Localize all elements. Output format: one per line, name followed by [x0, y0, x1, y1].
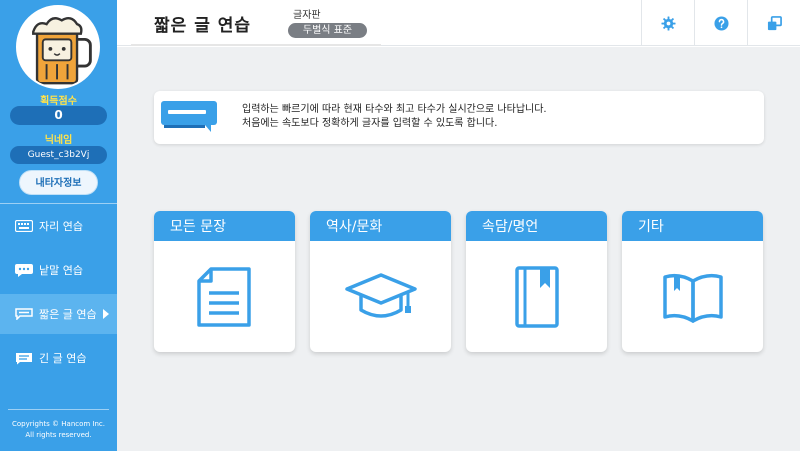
category-title: 기타: [622, 211, 763, 241]
window-mode-button[interactable]: [747, 0, 800, 46]
category-title: 속담/명언: [466, 211, 607, 241]
book-icon: [514, 265, 559, 328]
copyright: Copyrights © Hancom Inc. All rights rese…: [0, 419, 117, 441]
beer-mug-mascot-icon: [18, 7, 98, 87]
long-text-icon: [14, 351, 34, 365]
category-card-all-sentences[interactable]: 모든 문장: [154, 211, 295, 352]
sidebar-bottom-divider: [8, 409, 109, 410]
notice-line: 입력하는 빠르기에 따라 현재 타수와 최고 타수가 실시간으로 나타납니다.: [242, 104, 547, 115]
category-card-proverbs-quotes[interactable]: 속담/명언: [466, 211, 607, 352]
category-card-history-culture[interactable]: 역사/문화: [310, 211, 451, 352]
help-icon: [713, 15, 729, 31]
sidebar-item-label: 짧은 글 연습: [39, 308, 97, 321]
category-title: 역사/문화: [310, 211, 451, 241]
sidebar-item-label: 자리 연습: [39, 220, 83, 233]
speech-bubble-icon: [14, 263, 34, 277]
sidebar-item-position-practice[interactable]: 자리 연습: [0, 206, 117, 246]
settings-button[interactable]: [641, 0, 694, 46]
gear-icon: [660, 15, 676, 31]
keyboard-icon: [14, 219, 34, 233]
page-title: 짧은 글 연습: [154, 16, 252, 36]
sidebar-item-long-text-practice[interactable]: 긴 글 연습: [0, 338, 117, 378]
nickname-label: 닉네임: [44, 135, 73, 146]
info-notice: 입력하는 빠르기에 따라 현재 타수와 최고 타수가 실시간으로 나타납니다. …: [154, 91, 764, 144]
sidebar: 획득점수 0 닉네임 Guest_c3b2Vj 내타자정보 자리 연습 낱말 연…: [0, 0, 117, 451]
category-card-etc[interactable]: 기타: [622, 211, 763, 352]
sidebar-item-short-text-practice[interactable]: 짧은 글 연습: [0, 294, 117, 334]
graduation-cap-icon: [344, 272, 417, 318]
open-book-icon: [662, 273, 723, 323]
title-underline: [131, 44, 381, 46]
help-button[interactable]: [694, 0, 747, 46]
my-typing-info-button[interactable]: 내타자정보: [19, 170, 98, 195]
score-label: 획득점수: [40, 96, 77, 107]
notice-text: 입력하는 빠르기에 따라 현재 타수와 최고 타수가 실시간으로 나타납니다. …: [242, 103, 547, 131]
category-title: 모든 문장: [154, 211, 295, 241]
document-icon: [196, 266, 251, 327]
sidebar-item-label: 낱말 연습: [39, 264, 83, 277]
nickname-value: Guest_c3b2Vj: [10, 146, 107, 164]
keyboard-layout-label: 글자판: [293, 10, 321, 21]
copyright-line: Copyrights © Hancom Inc.: [11, 420, 106, 428]
notice-line: 처음에는 속도보다 정확하게 글자를 입력할 수 있도록 합니다.: [242, 118, 498, 129]
sidebar-item-word-practice[interactable]: 낱말 연습: [0, 250, 117, 290]
keyboard-layout-select[interactable]: 두벌식 표준: [288, 23, 367, 38]
avatar[interactable]: [16, 5, 100, 89]
sidebar-divider: [0, 203, 117, 204]
sidebar-item-label: 긴 글 연습: [39, 352, 87, 365]
main-content: 입력하는 빠르기에 따라 현재 타수와 최고 타수가 실시간으로 나타납니다. …: [117, 47, 800, 451]
window-icon: [767, 15, 782, 30]
score-value: 0: [10, 106, 107, 125]
header: 짧은 글 연습 글자판 두벌식 표준: [117, 0, 800, 46]
message-bubble-icon: [161, 101, 217, 132]
copyright-line: All rights reserved.: [25, 431, 92, 439]
short-text-icon: [14, 307, 34, 321]
